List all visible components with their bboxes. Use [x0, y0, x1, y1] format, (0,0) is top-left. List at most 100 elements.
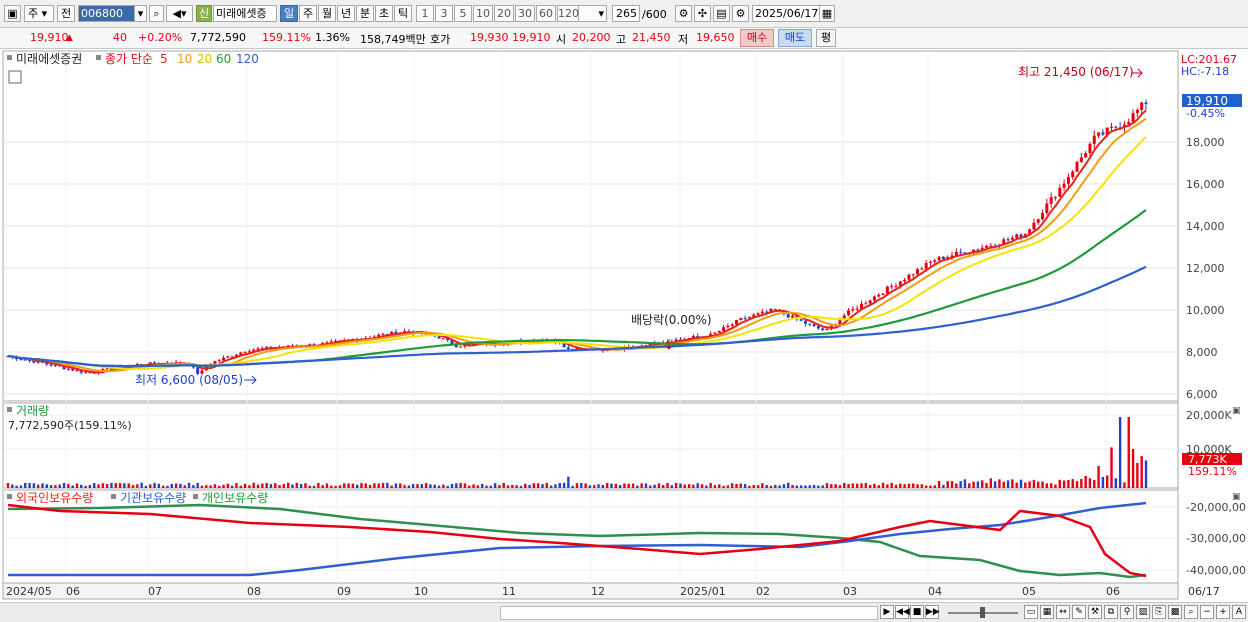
- period-1-button[interactable]: 주: [299, 5, 317, 22]
- volume-bar: [62, 483, 66, 488]
- calendar-icon[interactable]: ▦: [819, 5, 835, 22]
- signal-badge[interactable]: 신: [196, 5, 212, 22]
- zoom-icon[interactable]: ⌕: [1184, 605, 1198, 619]
- candle-body: [1101, 132, 1105, 135]
- candle-body: [329, 341, 333, 343]
- x-tick-label: 05: [1022, 585, 1036, 598]
- scroll-track[interactable]: [500, 606, 878, 620]
- stop-icon[interactable]: ■: [910, 605, 924, 619]
- font-size-icon[interactable]: A: [1232, 605, 1246, 619]
- volume-bar: [1011, 479, 1014, 488]
- volume-bar: [118, 483, 122, 488]
- view-count-input[interactable]: 265: [612, 5, 640, 22]
- period-3-button[interactable]: 년: [337, 5, 355, 22]
- count-3-button[interactable]: 3: [435, 5, 453, 22]
- volume-bar: [131, 485, 135, 488]
- save-icon[interactable]: ▤: [713, 5, 730, 22]
- volume-bar: [468, 485, 471, 488]
- volume-bar: [1058, 479, 1061, 488]
- volume-bar: [860, 483, 863, 488]
- copy-icon[interactable]: ⧉: [1104, 605, 1118, 619]
- volume-collapse-icon: ▣: [1232, 406, 1241, 416]
- volume-bar: [584, 483, 587, 488]
- period-0-button[interactable]: 일: [280, 5, 298, 22]
- edit-icon[interactable]: ✎: [1072, 605, 1086, 619]
- code-dropdown-icon[interactable]: ▾: [134, 5, 147, 22]
- buy-button[interactable]: 매수: [740, 29, 774, 47]
- volume-bar: [317, 482, 320, 488]
- candle-body: [877, 294, 881, 297]
- period-4-button[interactable]: 분: [356, 5, 374, 22]
- link-icon[interactable]: ⚲: [1120, 605, 1134, 619]
- volume-bar: [75, 483, 79, 488]
- evaluate-button[interactable]: 평: [816, 29, 836, 47]
- sound-icon[interactable]: ◀▾: [166, 5, 193, 22]
- grid-icon[interactable]: ▦: [1040, 605, 1054, 619]
- volume-bar: [532, 483, 536, 488]
- volume-bar: [709, 483, 712, 488]
- count-1-button[interactable]: 1: [416, 5, 434, 22]
- tool-icon[interactable]: ⚒: [1088, 605, 1102, 619]
- sell-button[interactable]: 매도: [778, 29, 812, 47]
- count-5-button[interactable]: 5: [454, 5, 472, 22]
- count-30-button[interactable]: 30: [515, 5, 535, 22]
- window-menu-icon[interactable]: ▣: [4, 5, 21, 22]
- x-tick-label: 06: [1106, 585, 1120, 598]
- ma-period-label: 120: [236, 52, 259, 66]
- zoom-thumb[interactable]: [980, 607, 985, 618]
- volume-bar: [657, 483, 661, 488]
- crosshair-icon[interactable]: ✣: [694, 5, 711, 22]
- zoom-out-icon[interactable]: −: [1200, 605, 1214, 619]
- candle-body: [920, 268, 924, 270]
- volume-bar: [343, 483, 346, 488]
- volume-bar: [192, 485, 195, 488]
- stock-chart[interactable]: 18,000 16,000 14,000 12,000 10,000 8,000 6,000…: [0, 49, 1248, 602]
- candle-body: [1079, 157, 1083, 162]
- volume-bar: [1041, 481, 1044, 488]
- period-5-button[interactable]: 초: [375, 5, 393, 22]
- period-2-button[interactable]: 월: [318, 5, 336, 22]
- count-60-button[interactable]: 60: [536, 5, 556, 22]
- zoom-in-icon[interactable]: +: [1216, 605, 1230, 619]
- volume-bar: [1045, 483, 1049, 488]
- stock-name-field: 미래에셋증: [213, 5, 277, 22]
- candle-body: [1135, 109, 1139, 114]
- scope-select[interactable]: 전: [57, 5, 75, 22]
- volume-bar: [123, 483, 126, 488]
- volume-bar: [1062, 480, 1066, 488]
- x-tick-label: 03: [843, 585, 857, 598]
- ruler-icon[interactable]: ↔: [1056, 605, 1070, 619]
- market-select[interactable]: 주 ▾: [24, 5, 54, 22]
- chart-icon[interactable]: ▨: [1136, 605, 1150, 619]
- volume-bar: [6, 483, 10, 488]
- rewind-icon[interactable]: ◀◀: [895, 605, 910, 619]
- volume-bar: [571, 485, 574, 488]
- volume-bar: [623, 483, 626, 488]
- layout-icon[interactable]: ▭: [1024, 605, 1038, 619]
- date-input[interactable]: 2025/06/17: [752, 5, 820, 22]
- count-20-button[interactable]: 20: [494, 5, 514, 22]
- image-icon[interactable]: ▩: [1168, 605, 1182, 619]
- candle-body: [816, 325, 820, 329]
- count-10-button[interactable]: 10: [473, 5, 493, 22]
- forward-icon[interactable]: ▶▶: [925, 605, 940, 619]
- period-6-button[interactable]: 틱: [394, 5, 412, 22]
- search-icon[interactable]: ⌕: [149, 5, 164, 22]
- volume-bar: [166, 485, 169, 488]
- tools-icon[interactable]: ⚙: [675, 5, 692, 22]
- x-tick-label: 04: [928, 585, 942, 598]
- high-label: 고: [616, 33, 627, 46]
- count-120-button[interactable]: 120: [557, 5, 579, 22]
- candle-body: [1049, 197, 1053, 204]
- code-input[interactable]: 006800: [78, 5, 136, 22]
- volume-bar: [97, 484, 100, 488]
- volume-bar: [463, 483, 467, 488]
- volume-bar: [605, 483, 609, 488]
- settings-icon[interactable]: ⚙: [732, 5, 749, 22]
- scroll-right-icon[interactable]: ▶: [880, 605, 894, 619]
- toolbar: ▣ 주 ▾ 전 006800 ▾ ⌕ ◀▾ 신 미래에셋증 ▾ 265 /600…: [0, 0, 1248, 28]
- export-icon[interactable]: ⎘: [1152, 605, 1166, 619]
- volume-bar: [855, 483, 859, 488]
- volume-bar: [239, 485, 242, 488]
- candle-body: [872, 296, 876, 301]
